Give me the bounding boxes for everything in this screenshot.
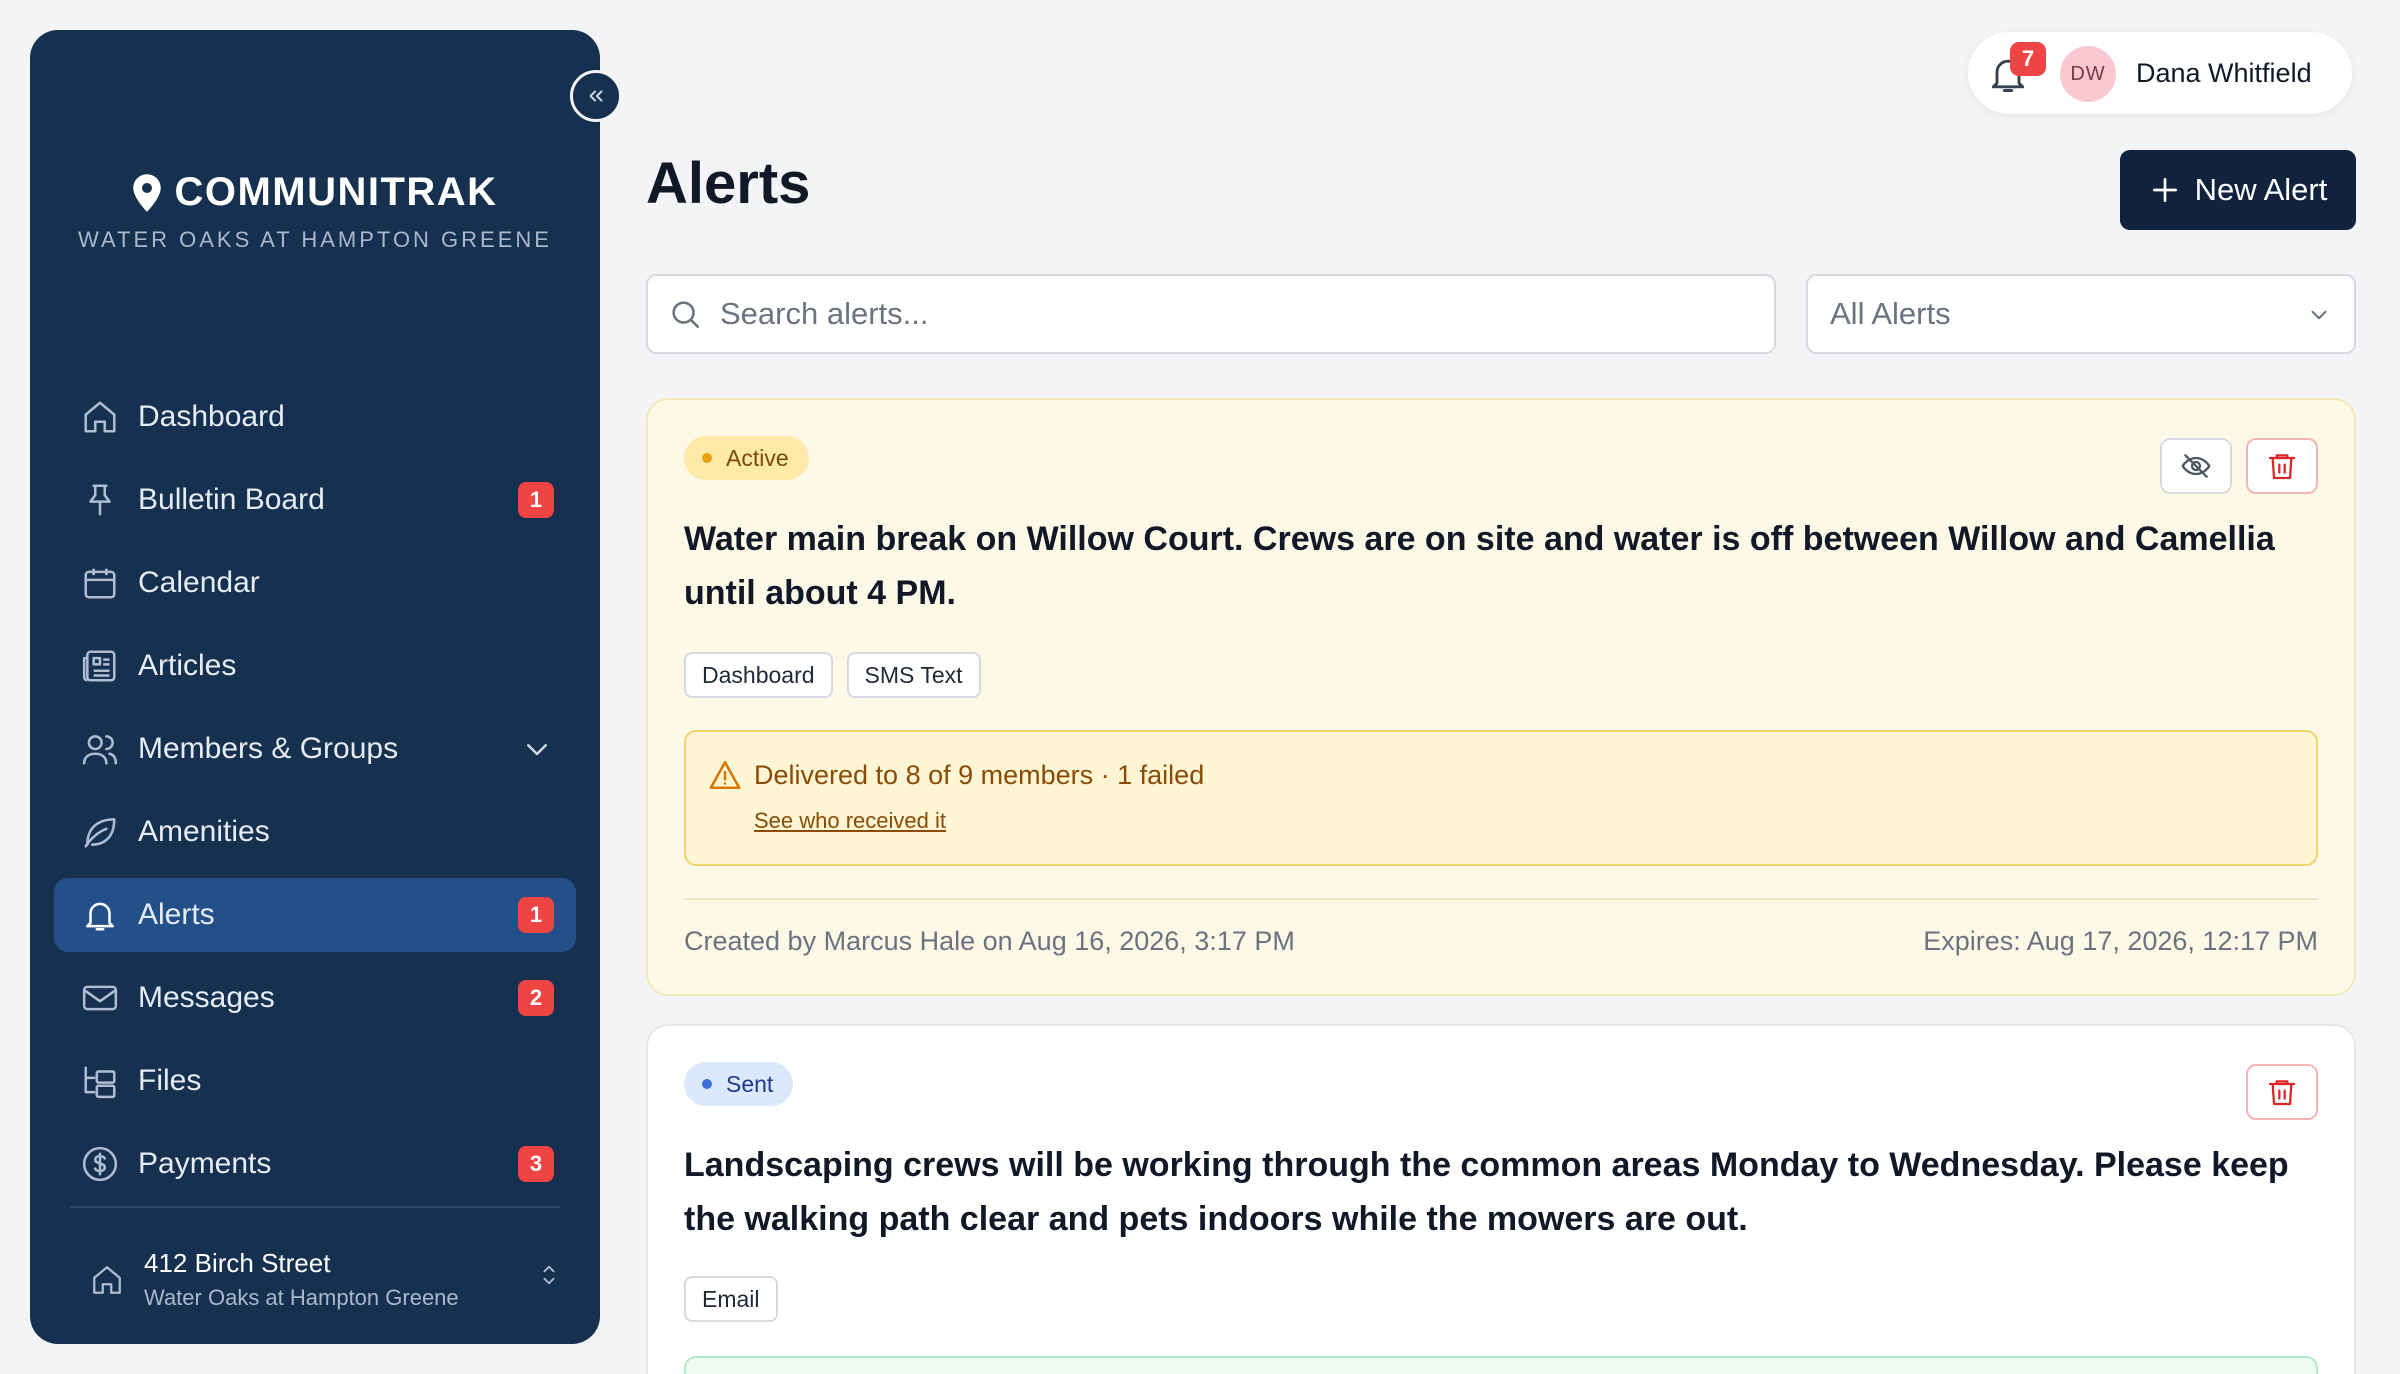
sidebar-item-amenities[interactable]: Amenities: [54, 795, 576, 869]
alert-message: Water main break on Willow Court. Crews …: [684, 520, 2275, 612]
sidebar-item-label: Calendar: [138, 566, 260, 599]
divider: [684, 898, 2318, 900]
hide-alert-button[interactable]: [2160, 438, 2232, 494]
sidebar-item-articles[interactable]: Articles: [54, 629, 576, 703]
sidebar-item-label: Dashboard: [138, 400, 285, 433]
sidebar-item-label: Alerts: [138, 898, 215, 931]
chevron-down-icon: [2311, 310, 2327, 320]
chevron-up-down-icon: [543, 1265, 555, 1285]
see-recipients-link[interactable]: See who received it: [754, 808, 946, 834]
channel-tags: Email: [684, 1276, 778, 1322]
new-alert-button[interactable]: New Alert: [2120, 150, 2356, 230]
delivery-status-box: Delivered to 8 of 9 members · 1 failed S…: [684, 730, 2318, 866]
count-badge: 1: [518, 482, 554, 518]
status-label: Sent: [726, 1070, 774, 1097]
sidebar-item-dashboard[interactable]: Dashboard: [54, 380, 576, 454]
trash-icon: [2268, 454, 2296, 480]
status-label: Active: [726, 444, 789, 471]
search-icon: [672, 301, 700, 329]
filter-value: All Alerts: [1830, 296, 1951, 331]
calendar-icon: [80, 563, 120, 603]
status-badge: Active: [684, 436, 809, 480]
sidebar-item-label: Payments: [138, 1147, 272, 1180]
property-street: 412 Birch Street: [144, 1248, 331, 1278]
delete-alert-button[interactable]: [2246, 1064, 2318, 1120]
trash-icon: [2268, 1080, 2296, 1106]
map-pin-icon: [133, 173, 162, 212]
brand-name: COMMUNITRAK: [174, 170, 498, 214]
sidebar-item-messages[interactable]: Messages 2: [54, 961, 576, 1035]
home-icon: [80, 397, 120, 437]
count-badge: 1: [518, 897, 554, 933]
delivery-status-box: [684, 1356, 2318, 1374]
alert-card: Sent Landscaping crews will be working t…: [646, 1024, 2356, 1374]
user-name: Dana Whitfield: [2136, 57, 2312, 88]
search-input[interactable]: [720, 296, 1720, 332]
new-alert-label: New Alert: [2194, 172, 2328, 207]
avatar: DW: [2060, 46, 2116, 102]
bell-icon: [80, 895, 120, 935]
collapse-sidebar-button[interactable]: [570, 70, 622, 122]
dollar-circle-icon: [80, 1144, 120, 1184]
sidebar-item-label: Bulletin Board: [138, 483, 325, 516]
channel-tags: Dashboard SMS Text: [684, 652, 981, 698]
user-menu[interactable]: 7 DW Dana Whitfield: [1968, 32, 2352, 114]
sidebar-item-label: Articles: [138, 649, 237, 682]
page-title: Alerts: [646, 151, 811, 216]
sidebar-item-label: Amenities: [138, 815, 270, 848]
sidebar-item-label: Members & Groups: [138, 732, 399, 765]
sidebar-nav: Dashboard Bulletin Board 1 Calendar Arti…: [54, 380, 576, 1210]
status-dot: [702, 1079, 712, 1089]
folder-tree-icon: [80, 1061, 120, 1101]
sidebar-item-calendar[interactable]: Calendar: [54, 546, 576, 620]
property-switcher[interactable]: 412 Birch Street Water Oaks at Hampton G…: [90, 1248, 560, 1311]
alert-filter-select[interactable]: All Alerts: [1806, 274, 2356, 354]
notification-badge: 7: [2010, 42, 2046, 76]
chevron-down-icon[interactable]: [522, 734, 552, 764]
eye-off-icon: [2181, 454, 2211, 478]
users-icon: [80, 729, 120, 769]
status-dot: [702, 453, 712, 463]
brand-subtitle: WATER OAKS AT HAMPTON GREENE: [78, 227, 552, 252]
pin-icon: [80, 480, 120, 520]
home-icon: [93, 1265, 121, 1294]
divider: [70, 1206, 560, 1208]
sidebar-item-bulletin-board[interactable]: Bulletin Board 1: [54, 463, 576, 537]
status-badge: Sent: [684, 1062, 794, 1106]
leaf-icon: [80, 812, 120, 852]
sidebar-item-payments[interactable]: Payments 3: [54, 1127, 576, 1201]
newspaper-icon: [80, 646, 120, 686]
channel-tag: Email: [684, 1276, 778, 1322]
delivery-summary: Delivered to 8 of 9 members · 1 failed: [754, 760, 1205, 790]
channel-tag: Dashboard: [684, 652, 833, 698]
count-badge: 3: [518, 1146, 554, 1182]
created-meta: Created by Marcus Hale on Aug 16, 2026, …: [684, 926, 1295, 956]
channel-tag: SMS Text: [846, 652, 981, 698]
sidebar-item-label: Files: [138, 1064, 202, 1097]
brand: COMMUNITRAK WATER OAKS AT HAMPTON GREENE: [30, 170, 600, 253]
sidebar-item-label: Messages: [138, 981, 275, 1014]
sidebar-item-alerts[interactable]: Alerts 1: [54, 878, 576, 952]
property-community: Water Oaks at Hampton Greene: [144, 1285, 459, 1310]
expires-meta: Expires: Aug 17, 2026, 12:17 PM: [1923, 926, 2318, 956]
plus-icon: [2152, 178, 2177, 202]
alert-message: Landscaping crews will be working throug…: [684, 1146, 2289, 1238]
sidebar: COMMUNITRAK WATER OAKS AT HAMPTON GREENE…: [30, 30, 622, 1344]
sidebar-item-members-groups[interactable]: Members & Groups: [54, 712, 576, 786]
warning-triangle-icon: [709, 760, 741, 790]
mail-icon: [80, 978, 120, 1018]
sidebar-item-files[interactable]: Files: [54, 1044, 576, 1118]
double-chevron-left-icon: [589, 90, 603, 102]
search-box: [646, 274, 1776, 354]
alert-card: Active Water main break on Willow Court.…: [646, 398, 2356, 996]
delete-alert-button[interactable]: [2246, 438, 2318, 494]
count-badge: 2: [518, 980, 554, 1016]
